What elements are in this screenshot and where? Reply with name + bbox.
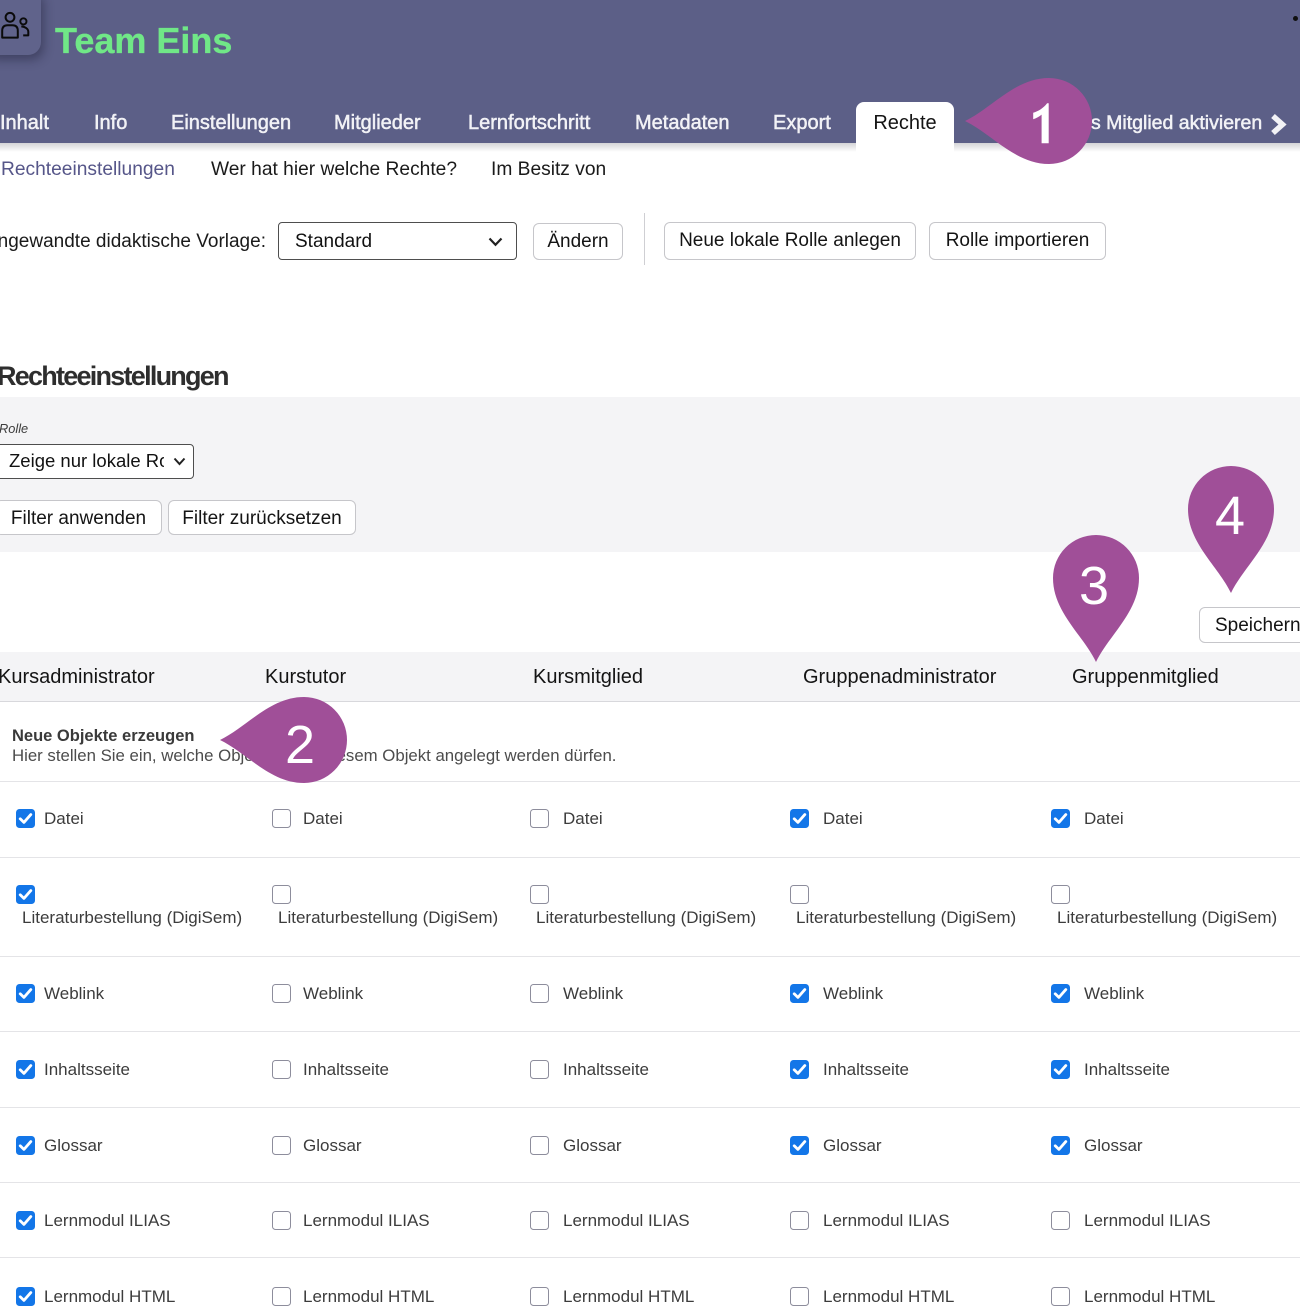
svg-text:3: 3 — [1079, 556, 1109, 616]
svg-text:2: 2 — [285, 715, 315, 775]
